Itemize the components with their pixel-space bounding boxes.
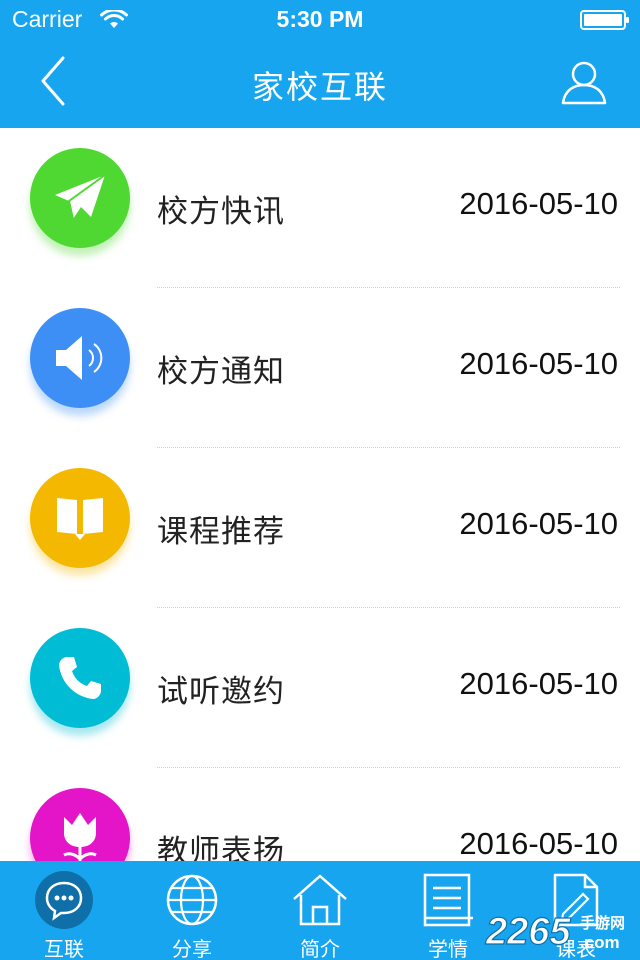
tulip-icon (63, 813, 97, 861)
icon-circle (30, 788, 130, 861)
item-label: 校方通知 (157, 354, 285, 390)
list-item-course-recommend[interactable]: 课程推荐 2016-05-10 (0, 448, 640, 608)
item-label: 课程推荐 (157, 514, 285, 550)
list-item-teacher-praise[interactable]: 教师表扬 2016-05-10 (0, 768, 640, 861)
phone-icon (59, 657, 101, 699)
user-icon (561, 61, 607, 105)
icon-circle (30, 628, 130, 728)
svg-text:.com: .com (580, 933, 620, 952)
item-label: 试听邀约 (157, 674, 285, 710)
list-item-trial-invite[interactable]: 试听邀约 2016-05-10 (0, 608, 640, 768)
item-label: 教师表扬 (157, 834, 285, 861)
book-icon (57, 498, 103, 540)
svg-text:手游网: 手游网 (580, 914, 625, 932)
tab-intro[interactable]: 简介 (256, 861, 384, 960)
message-list: 校方快讯 2016-05-10 校方通知 2016-05-10 课程推荐 201… (0, 128, 640, 861)
page-title: 家校互联 (251, 68, 388, 106)
list-item-school-news[interactable]: 校方快讯 2016-05-10 (0, 128, 640, 288)
nav-bar: 家校互联 (0, 40, 640, 128)
svg-text:2265: 2265 (485, 911, 571, 953)
tab-icon-wrap (128, 871, 256, 929)
item-label: 校方快讯 (157, 194, 285, 230)
tab-share[interactable]: 分享 (128, 861, 256, 960)
item-date: 2016-05-10 (459, 506, 618, 541)
document-list-icon (423, 873, 473, 927)
icon-circle (30, 148, 130, 248)
tab-label: 简介 (300, 937, 340, 960)
home-icon (293, 874, 347, 926)
icon-circle (30, 308, 130, 408)
list-item-school-notice[interactable]: 校方通知 2016-05-10 (0, 288, 640, 448)
profile-button[interactable] (556, 54, 612, 110)
globe-icon (166, 874, 218, 926)
icon-circle (30, 468, 130, 568)
battery-icon (580, 10, 629, 30)
status-time: 5:30 PM (276, 6, 364, 32)
header: Carrier 5:30 PM 家校互联 (0, 0, 640, 128)
site-watermark-logo: 2265 手游网 .com (484, 910, 625, 953)
paper-plane-icon (55, 174, 106, 220)
status-bar: Carrier 5:30 PM (0, 0, 640, 40)
tab-label: 分享 (172, 937, 212, 960)
item-date: 2016-05-10 (459, 346, 618, 381)
speaker-icon (56, 336, 103, 380)
tab-icon-wrap (0, 871, 128, 929)
item-date: 2016-05-10 (459, 666, 618, 701)
tab-interconnect[interactable]: 互联 (0, 861, 128, 960)
tab-icon-wrap (256, 871, 384, 929)
tab-label: 互联 (44, 937, 84, 960)
chat-bubble-icon (35, 871, 93, 929)
item-date: 2016-05-10 (459, 826, 618, 861)
item-date: 2016-05-10 (459, 186, 618, 221)
